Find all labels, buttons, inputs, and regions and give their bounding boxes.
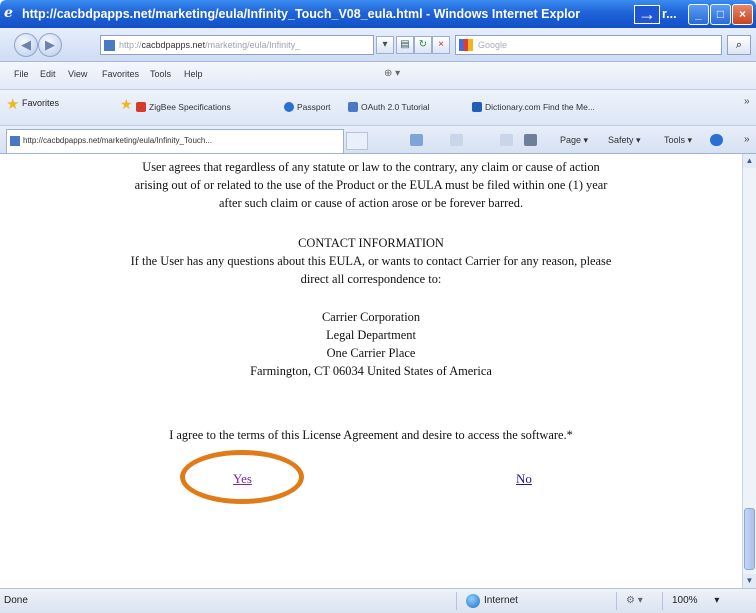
- zoom-label: 100%: [672, 595, 698, 606]
- favorite-link-label: Dictionary.com Find the Me...: [485, 102, 595, 112]
- scrollbar-thumb[interactable]: [744, 508, 755, 570]
- feeds-icon[interactable]: [450, 134, 463, 146]
- paragraph-line: User agrees that regardless of any statu…: [142, 160, 600, 174]
- status-divider: [456, 592, 457, 610]
- safety-menu[interactable]: Safety ▾: [608, 135, 641, 146]
- menu-view[interactable]: View: [68, 69, 87, 79]
- command-overflow-icon[interactable]: »: [744, 134, 750, 145]
- address-path: /marketing/eula/Infinity_: [205, 40, 301, 50]
- menu-help[interactable]: Help: [184, 69, 203, 79]
- vertical-scrollbar[interactable]: ▲ ▼: [742, 154, 756, 588]
- contact-heading: CONTACT INFORMATION: [298, 236, 444, 250]
- toolbar-addon-icon[interactable]: ⊕ ▾: [384, 68, 400, 79]
- help-icon[interactable]: [710, 134, 723, 146]
- favorite-link-oauth[interactable]: OAuth 2.0 Tutorial: [348, 102, 430, 112]
- favorites-overflow-icon[interactable]: »: [744, 96, 750, 107]
- address-line: Farmington, CT 06034 United States of Am…: [250, 364, 492, 378]
- paragraph-line: direct all correspondence to:: [300, 272, 442, 286]
- carrier-address: Carrier Corporation Legal Department One…: [0, 308, 742, 380]
- new-tab-button[interactable]: [346, 132, 368, 150]
- page-icon: [10, 136, 20, 146]
- page-content: User agrees that regardless of any statu…: [0, 154, 742, 588]
- favorite-link-zigbee[interactable]: ZigBee Specifications: [136, 102, 231, 112]
- favorites-star-icon: ★: [6, 96, 20, 113]
- minimize-button[interactable]: _: [688, 4, 709, 25]
- favorites-button[interactable]: ★ Favorites: [6, 96, 60, 113]
- status-text: Done: [4, 595, 28, 606]
- compatibility-view-icon[interactable]: ▤: [396, 36, 414, 54]
- address-domain: cacbdpapps.net: [141, 40, 206, 50]
- annotation-circle: [180, 450, 304, 504]
- maximize-button[interactable]: □: [710, 4, 731, 25]
- favorites-button-label: Favorites: [22, 98, 60, 108]
- refresh-button[interactable]: ↻: [414, 36, 432, 54]
- status-bar: Done Internet ⚙ ▾ 100% ▾: [0, 588, 756, 613]
- menu-bar: File Edit View Favorites Tools Help ⊕ ▾: [0, 62, 756, 90]
- read-mail-icon[interactable]: [500, 134, 513, 146]
- home-icon[interactable]: [410, 134, 423, 146]
- page-icon: [348, 102, 358, 112]
- no-link[interactable]: No: [516, 471, 532, 487]
- scroll-down-icon[interactable]: ▼: [743, 574, 756, 588]
- menu-tools[interactable]: Tools: [150, 69, 171, 79]
- annotation-arrow-icon: →: [634, 5, 660, 24]
- contact-paragraph: If the User has any questions about this…: [0, 252, 742, 288]
- paragraph-line: after such claim or cause of action aros…: [218, 196, 524, 210]
- stop-button[interactable]: ×: [432, 36, 450, 54]
- address-line: Legal Department: [326, 328, 416, 342]
- menu-file[interactable]: File: [14, 69, 29, 79]
- protected-mode-icon[interactable]: ⚙ ▾: [626, 595, 643, 606]
- address-dropdown-button[interactable]: ▾: [376, 36, 394, 54]
- status-divider: [662, 592, 663, 610]
- menu-favorites[interactable]: Favorites: [102, 69, 139, 79]
- forward-button[interactable]: ▶: [38, 33, 62, 57]
- ie-logo-icon: e: [4, 5, 13, 21]
- favorite-link-label: OAuth 2.0 Tutorial: [361, 102, 430, 112]
- print-icon[interactable]: [524, 134, 537, 146]
- tab-title: http://cacbdpapps.net/marketing/eula/Inf…: [23, 136, 213, 145]
- statute-paragraph: User agrees that regardless of any statu…: [0, 158, 742, 212]
- menu-edit[interactable]: Edit: [40, 69, 56, 79]
- status-divider: [616, 592, 617, 610]
- address-toolbar: ◀ ▶ http://cacbdpapps.net/marketing/eula…: [0, 28, 756, 62]
- address-line: Carrier Corporation: [321, 310, 421, 324]
- add-favorite-icon[interactable]: ★: [120, 96, 133, 113]
- back-button[interactable]: ◀: [14, 33, 38, 57]
- close-button[interactable]: ×: [732, 4, 753, 25]
- address-line: One Carrier Place: [326, 346, 416, 360]
- paragraph-line: If the User has any questions about this…: [130, 254, 612, 268]
- search-provider-icon: [459, 39, 473, 51]
- search-button[interactable]: ⌕: [727, 35, 751, 55]
- globe-icon: [466, 594, 480, 608]
- search-input[interactable]: Google: [455, 35, 722, 55]
- dictionary-icon: [472, 102, 482, 112]
- address-prefix: http://: [119, 40, 142, 50]
- window-title-tail: r...: [662, 7, 677, 21]
- passport-icon: [284, 102, 294, 112]
- tools-menu[interactable]: Tools ▾: [664, 135, 692, 146]
- zoom-level[interactable]: 100% ▾: [672, 595, 719, 606]
- favorite-link-label: Passport: [297, 102, 331, 112]
- search-placeholder: Google: [478, 40, 508, 50]
- favorite-link-passport[interactable]: Passport: [284, 102, 331, 112]
- tab-eula[interactable]: http://cacbdpapps.net/marketing/eula/Inf…: [6, 129, 344, 153]
- address-bar[interactable]: http://cacbdpapps.net/marketing/eula/Inf…: [100, 35, 374, 55]
- security-zone-label: Internet: [484, 595, 518, 606]
- agree-statement: I agree to the terms of this License Agr…: [169, 428, 573, 442]
- tab-bar: http://cacbdpapps.net/marketing/eula/Inf…: [0, 126, 756, 154]
- favorites-bar: ★ Favorites ★ ZigBee Specifications Pass…: [0, 90, 756, 126]
- zigbee-icon: [136, 102, 146, 112]
- page-menu[interactable]: Page ▾: [560, 135, 588, 146]
- window-title: http://cacbdpapps.net/marketing/eula/Inf…: [22, 7, 581, 21]
- security-zone[interactable]: Internet: [466, 594, 518, 608]
- favorite-link-label: ZigBee Specifications: [149, 102, 231, 112]
- favorite-link-dictionary[interactable]: Dictionary.com Find the Me...: [472, 102, 595, 112]
- zoom-dropdown-icon[interactable]: ▾: [714, 595, 719, 606]
- page-icon: [104, 40, 115, 51]
- paragraph-line: arising out of or related to the use of …: [134, 178, 608, 192]
- scroll-up-icon[interactable]: ▲: [743, 154, 756, 168]
